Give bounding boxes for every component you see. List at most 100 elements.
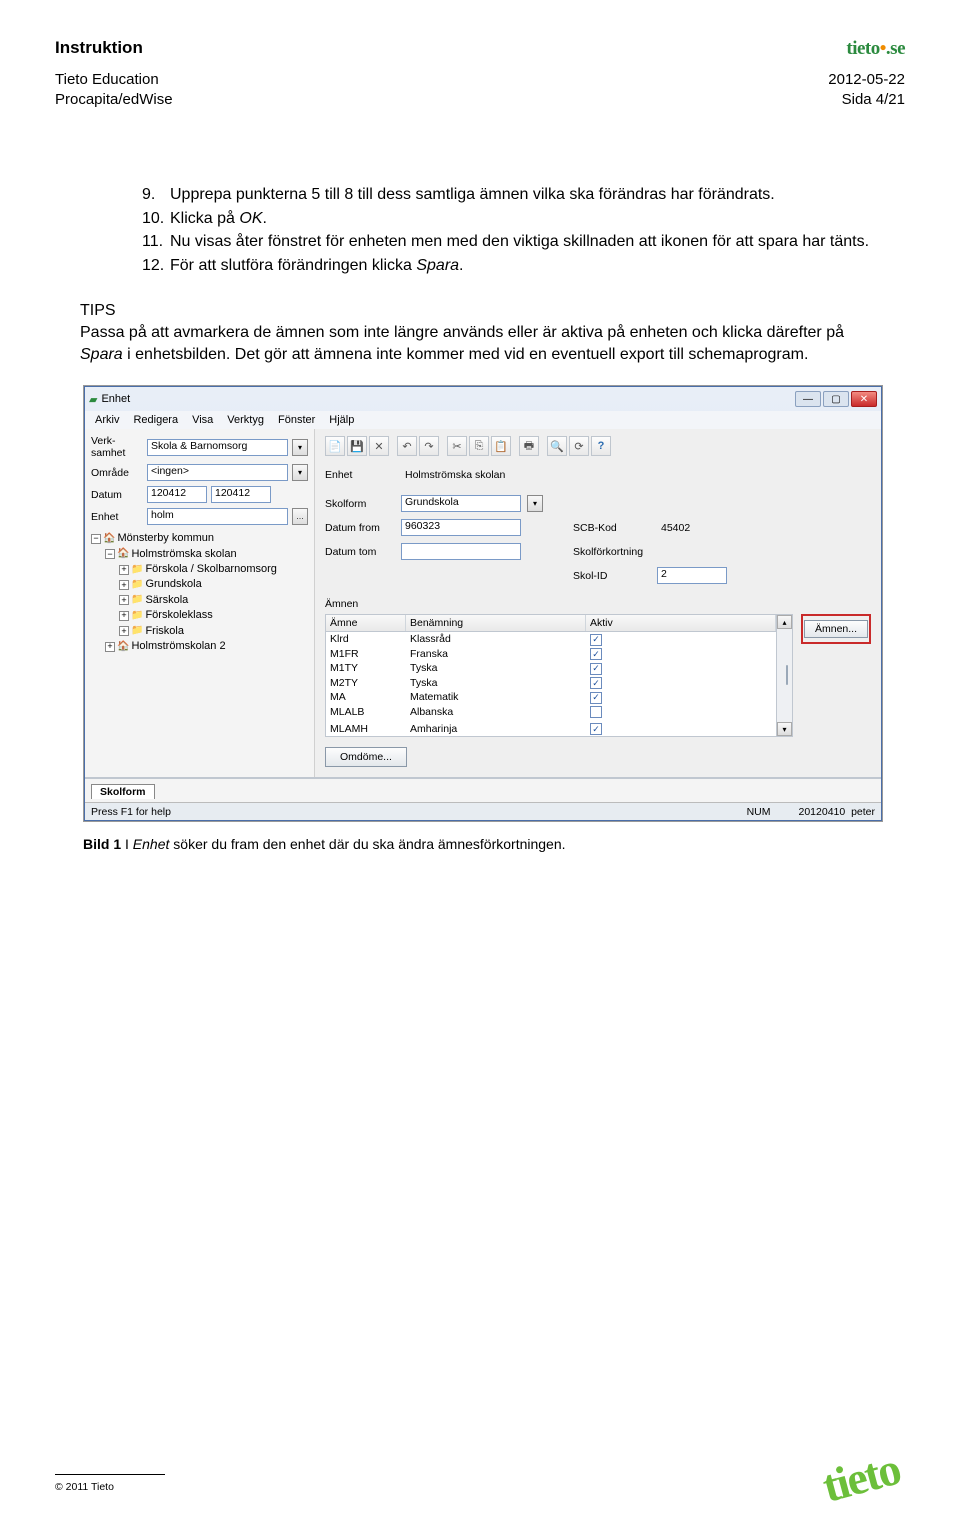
tree-node[interactable]: +📁 Särskola <box>91 593 308 608</box>
instruction-item: 11.Nu visas åter fönstret för enheten me… <box>142 231 880 253</box>
search-button[interactable]: … <box>292 508 308 525</box>
expander-icon[interactable]: + <box>119 611 129 621</box>
enhet-input[interactable]: holm <box>147 508 288 525</box>
skolfork-label: Skolförkortning <box>573 546 651 558</box>
table-row[interactable]: M1FRFranska✓ <box>326 647 776 662</box>
skolform-dropdown-icon[interactable]: ▾ <box>527 495 543 512</box>
active-checkbox[interactable]: ✓ <box>590 692 602 704</box>
redo-icon[interactable]: ↷ <box>419 436 439 456</box>
col-benamning[interactable]: Benämning <box>406 615 586 631</box>
tree-node[interactable]: +📁 Förskoleklass <box>91 608 308 623</box>
app-icon: ▰ <box>89 393 97 406</box>
r-skolform-label: Skolform <box>325 498 395 510</box>
tree-node[interactable]: +📁 Förskola / Skolbarnomsorg <box>91 562 308 577</box>
house-icon: 🏠 <box>103 532 115 546</box>
skolid-field[interactable]: 2 <box>657 567 727 584</box>
datum-from-input[interactable]: 120412 <box>147 486 207 503</box>
scroll-up-icon[interactable]: ▴ <box>777 615 792 629</box>
omrade-dropdown-icon[interactable]: ▾ <box>292 464 308 481</box>
col-aktiv[interactable]: Aktiv <box>586 615 776 631</box>
cut-icon[interactable]: ✂ <box>447 436 467 456</box>
table-row[interactable]: MLAMHAmharinja✓ <box>326 722 776 737</box>
delete-icon[interactable]: ✕ <box>369 436 389 456</box>
active-checkbox[interactable] <box>590 706 602 718</box>
find-icon[interactable]: 🔍 <box>547 436 567 456</box>
expander-icon[interactable]: + <box>119 580 129 590</box>
figure-caption: Bild 1 I Enhet söker du fram den enhet d… <box>83 836 905 852</box>
tab-skolform[interactable]: Skolform <box>91 784 155 799</box>
active-checkbox[interactable]: ✓ <box>590 723 602 735</box>
tree-node[interactable]: −🏠 Holmströmska skolan <box>91 547 308 562</box>
expander-icon[interactable]: + <box>119 626 129 636</box>
active-checkbox[interactable]: ✓ <box>590 648 602 660</box>
org-line-1: Tieto Education <box>55 70 173 90</box>
r-enhet-value: Holmströmska skolan <box>401 469 505 481</box>
subject-rows: KlrdKlassråd✓M1FRFranska✓M1TYTyska✓M2TYT… <box>326 632 776 736</box>
menu-item[interactable]: Hjälp <box>323 413 360 427</box>
menu-item[interactable]: Visa <box>186 413 219 427</box>
close-button[interactable]: ✕ <box>851 391 877 407</box>
help-icon[interactable]: ? <box>591 436 611 456</box>
omrade-select[interactable]: <ingen> <box>147 464 288 481</box>
table-row[interactable]: M2TYTyska✓ <box>326 676 776 691</box>
screenshot: ▰ Enhet — ▢ ✕ ArkivRedigeraVisaVerktygFö… <box>83 385 883 822</box>
tree-node[interactable]: −🏠 Mönsterby kommun <box>91 531 308 546</box>
doc-title: Instruktion <box>55 38 143 60</box>
omrade-label: Område <box>91 467 143 479</box>
tree-node[interactable]: +📁 Grundskola <box>91 577 308 592</box>
house-icon: 🏠 <box>117 547 129 561</box>
omdome-button[interactable]: Omdöme... <box>325 747 407 767</box>
menu-item[interactable]: Verktyg <box>221 413 270 427</box>
expander-icon[interactable]: + <box>119 565 129 575</box>
save-icon[interactable]: 💾 <box>347 436 367 456</box>
copy-icon[interactable]: ⎘ <box>469 436 489 456</box>
refresh-icon[interactable]: ⟳ <box>569 436 589 456</box>
expander-icon[interactable]: − <box>91 534 101 544</box>
col-amne[interactable]: Ämne <box>326 615 406 631</box>
table-row[interactable]: M1TYTyska✓ <box>326 661 776 676</box>
tree-node[interactable]: +📁 Friskola <box>91 624 308 639</box>
undo-icon[interactable]: ↶ <box>397 436 417 456</box>
datum-tom-field[interactable] <box>401 543 521 560</box>
expander-icon[interactable]: + <box>119 595 129 605</box>
active-checkbox[interactable]: ✓ <box>590 663 602 675</box>
org-line-2: Procapita/edWise <box>55 90 173 110</box>
maximize-button[interactable]: ▢ <box>823 391 849 407</box>
datum-to-input[interactable]: 120412 <box>211 486 271 503</box>
folder-icon: 📁 <box>131 563 143 577</box>
instruction-list: 9.Upprepa punkterna 5 till 8 till dess s… <box>80 184 880 276</box>
skolform-select[interactable]: Grundskola <box>401 495 521 512</box>
amnen-button-highlight: Ämnen... <box>801 614 871 644</box>
menu-item[interactable]: Redigera <box>127 413 184 427</box>
active-checkbox[interactable]: ✓ <box>590 634 602 646</box>
minimize-button[interactable]: — <box>795 391 821 407</box>
datum-from-field[interactable]: 960323 <box>401 519 521 536</box>
table-row[interactable]: MAMatematik✓ <box>326 690 776 705</box>
active-checkbox[interactable]: ✓ <box>590 677 602 689</box>
table-row[interactable]: MLALBAlbanska <box>326 705 776 722</box>
scroll-down-icon[interactable]: ▾ <box>777 722 792 736</box>
tree-node[interactable]: +🏠 Holmströmskolan 2 <box>91 639 308 654</box>
subjects-table: Ämne Benämning Aktiv KlrdKlassråd✓M1FRFr… <box>325 614 793 737</box>
side-panel: Verk- samhet Skola & Barnomsorg ▾ Område… <box>85 429 315 777</box>
scrollbar[interactable]: ▴ ▾ <box>776 615 792 736</box>
new-icon[interactable]: 📄 <box>325 436 345 456</box>
verk-dropdown-icon[interactable]: ▾ <box>292 439 308 456</box>
skolid-label: Skol-ID <box>573 570 651 582</box>
brand-logo: tieto•.se <box>846 38 905 60</box>
tree-view[interactable]: −🏠 Mönsterby kommun−🏠 Holmströmska skola… <box>91 531 308 654</box>
menu-item[interactable]: Arkiv <box>89 413 125 427</box>
doc-date: 2012-05-22 <box>828 70 905 90</box>
scb-label: SCB-Kod <box>573 522 651 534</box>
print-icon[interactable]: 🖶 <box>519 436 539 456</box>
amnen-button[interactable]: Ämnen... <box>804 620 868 638</box>
expander-icon[interactable]: + <box>105 642 115 652</box>
verk-select[interactable]: Skola & Barnomsorg <box>147 439 288 456</box>
table-row[interactable]: KlrdKlassråd✓ <box>326 632 776 647</box>
verk-label: Verk- samhet <box>91 435 143 459</box>
expander-icon[interactable]: − <box>105 549 115 559</box>
status-bar: Press F1 for help NUM 20120410 peter <box>85 802 881 820</box>
copyright: © 2011 Tieto <box>55 1481 165 1493</box>
paste-icon[interactable]: 📋 <box>491 436 511 456</box>
menu-item[interactable]: Fönster <box>272 413 321 427</box>
